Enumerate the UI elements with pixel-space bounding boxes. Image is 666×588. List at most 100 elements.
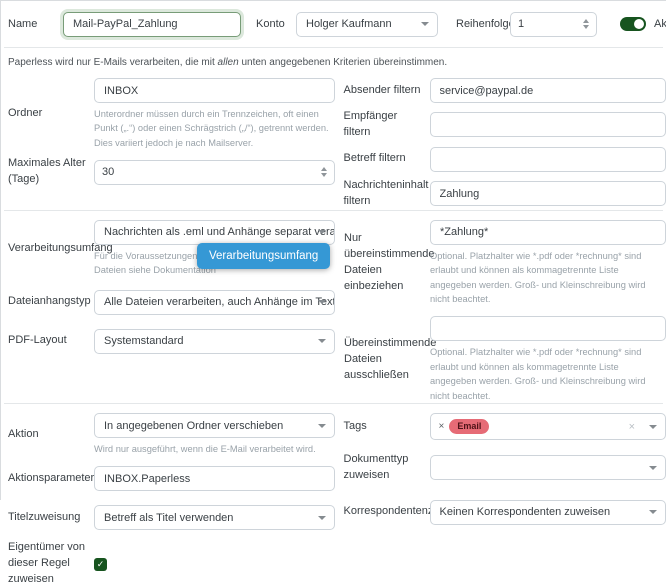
processing-column-right: Nur übereinstimmende Dateien einbeziehen…: [335, 220, 666, 403]
aktion-label: Aktion: [8, 427, 94, 443]
dateianhangstyp-select[interactable]: Alle Dateien verarbeiten, auch Anhänge i…: [94, 290, 335, 315]
criteria-hint-emphasis: allen: [218, 57, 239, 68]
inhalt-label: Nachrichteninhalt filtern: [344, 178, 430, 210]
empfaenger-group: Empfänger filtern: [344, 109, 666, 141]
betreff-label: Betreff filtern: [344, 151, 430, 167]
einbeziehen-group: Nur übereinstimmende Dateien einbeziehen…: [344, 220, 666, 307]
step-up-icon[interactable]: [583, 19, 589, 23]
filter-section: Ordner Unterordner müssen durch ein Tren…: [1, 78, 666, 210]
step-down-icon[interactable]: [321, 173, 327, 177]
max-alter-stepper[interactable]: 30: [94, 160, 335, 185]
konto-select-value: Holger Kaufmann: [306, 18, 392, 30]
check-icon: ✓: [97, 560, 105, 569]
max-alter-label: Maximales Alter (Tage): [8, 156, 94, 188]
reihenfolge-label: Reihenfolge: [456, 18, 510, 30]
titelzuweisung-label: Titelzuweisung: [8, 510, 94, 526]
criteria-hint-pre: Paperless wird nur E-Mails verarbeiten, …: [8, 57, 218, 68]
filter-column-left: Ordner Unterordner müssen durch ein Tren…: [1, 78, 335, 188]
empfaenger-input[interactable]: [430, 112, 666, 137]
aktionsparameter-input[interactable]: [94, 466, 335, 491]
absender-group: Absender filtern: [344, 78, 666, 103]
pdf-layout-select[interactable]: Systemstandard: [94, 329, 335, 354]
konto-label: Konto: [256, 18, 296, 30]
filter-column-right: Absender filtern Empfänger filtern Betre…: [335, 78, 666, 210]
ausschliessen-label: Übereinstimmende Dateien ausschließen: [344, 336, 430, 384]
aktiviert-label: Aktiviert: [654, 18, 666, 30]
inhalt-group: Nachrichteninhalt filtern: [344, 178, 666, 210]
dateianhangstyp-label: Dateianhangstyp: [8, 294, 94, 310]
dokumenttyp-select[interactable]: [430, 455, 666, 480]
einbeziehen-help: Optional. Platzhalter wie *.pdf oder *re…: [430, 249, 666, 307]
name-input[interactable]: [63, 12, 241, 37]
reihenfolge-stepper[interactable]: 1: [510, 12, 597, 37]
dateianhangstyp-value: Alle Dateien verarbeiten, auch Anhänge i…: [104, 296, 335, 308]
clear-all-icon[interactable]: ×: [629, 421, 635, 433]
stepper-icons[interactable]: [583, 19, 589, 30]
verarbeitungsumfang-select[interactable]: Nachrichten als .eml und Anhänge separat…: [94, 220, 335, 245]
empfaenger-label: Empfänger filtern: [344, 109, 430, 141]
einbeziehen-label: Nur übereinstimmende Dateien einbeziehen: [344, 231, 430, 295]
titelzuweisung-value: Betreff als Titel verwenden: [104, 512, 233, 524]
dokumenttyp-group: Dokumenttyp zuweisen: [344, 452, 666, 484]
chevron-down-icon: [318, 424, 326, 428]
dokumenttyp-label: Dokumenttyp zuweisen: [344, 452, 430, 484]
criteria-hint-post: unten angegebenen Kriterien übereinstimm…: [239, 57, 447, 68]
chevron-down-icon: [318, 230, 326, 234]
einbeziehen-input[interactable]: [430, 220, 666, 245]
divider: [4, 47, 663, 48]
chevron-down-icon: [318, 300, 326, 304]
betreff-input[interactable]: [430, 147, 666, 172]
max-alter-group: Maximales Alter (Tage) 30: [8, 156, 335, 188]
step-down-icon[interactable]: [583, 25, 589, 29]
konto-select[interactable]: Holger Kaufmann: [296, 12, 438, 37]
eigentuemer-checkbox[interactable]: ✓: [94, 558, 107, 571]
eigentuemer-group: Eigentümer von dieser Regel zuweisen ✓: [8, 540, 335, 588]
verarbeitungsumfang-group: Verarbeitungsumfang Nachrichten als .eml…: [8, 220, 335, 278]
chevron-down-icon: [649, 466, 657, 470]
action-column-left: Aktion In angegebenen Ordner verschieben…: [1, 413, 335, 588]
action-section: Aktion In angegebenen Ordner verschieben…: [1, 404, 666, 588]
tags-group: Tags × Email ×: [344, 413, 666, 440]
ordner-input[interactable]: [94, 78, 335, 103]
max-alter-value: 30: [102, 166, 114, 178]
pdf-layout-group: PDF-Layout Systemstandard: [8, 329, 335, 354]
titelzuweisung-select[interactable]: Betreff als Titel verwenden: [94, 505, 335, 530]
titelzuweisung-group: Titelzuweisung Betreff als Titel verwend…: [8, 505, 335, 530]
aktion-group: Aktion In angegebenen Ordner verschieben…: [8, 413, 335, 456]
inhalt-input[interactable]: [430, 181, 666, 206]
pdf-layout-value: Systemstandard: [104, 335, 183, 347]
korrespondent-label: Korrespondentenzuweisung: [344, 504, 430, 520]
korrespondent-group: Korrespondentenzuweisung Keinen Korrespo…: [344, 500, 666, 525]
aktion-help: Wird nur ausgeführt, wenn die E-Mail ver…: [94, 442, 335, 456]
processing-column-left: Verarbeitungsumfang Nachrichten als .eml…: [1, 220, 335, 354]
tag-chip: Email: [449, 419, 489, 435]
toggle-knob-icon: [634, 19, 644, 29]
aktionsparameter-group: Aktionsparameter: [8, 466, 335, 491]
ausschliessen-help: Optional. Platzhalter wie *.pdf oder *re…: [430, 345, 666, 403]
ordner-help: Unterordner müssen durch ein Trennzeiche…: [94, 107, 335, 150]
chevron-down-icon: [318, 339, 326, 343]
dateianhangstyp-group: Dateianhangstyp Alle Dateien verarbeiten…: [8, 290, 335, 315]
absender-input[interactable]: [430, 78, 666, 103]
verarbeitungsumfang-label: Verarbeitungsumfang: [8, 241, 94, 257]
verarbeitungsumfang-tooltip: Verarbeitungsumfang: [197, 243, 330, 269]
stepper-icons[interactable]: [321, 167, 327, 178]
reihenfolge-value: 1: [518, 18, 524, 30]
korrespondent-select[interactable]: Keinen Korrespondenten zuweisen: [430, 500, 666, 525]
ausschliessen-group: Übereinstimmende Dateien ausschließen Op…: [344, 316, 666, 403]
aktion-select[interactable]: In angegebenen Ordner verschieben: [94, 413, 335, 438]
name-label: Name: [8, 18, 63, 30]
ausschliessen-input[interactable]: [430, 316, 666, 341]
rule-header-row: Name Konto Holger Kaufmann Reihenfolge 1…: [1, 1, 666, 47]
chip-remove-icon[interactable]: ×: [439, 421, 445, 432]
chevron-down-icon: [649, 510, 657, 514]
ordner-group: Ordner Unterordner müssen durch ein Tren…: [8, 78, 335, 150]
criteria-hint: Paperless wird nur E-Mails verarbeiten, …: [8, 57, 659, 68]
tags-select[interactable]: × Email ×: [430, 413, 666, 440]
step-up-icon[interactable]: [321, 167, 327, 171]
action-column-right: Tags × Email × Dokumenttyp zuweisen Korr…: [335, 413, 666, 525]
aktiviert-toggle[interactable]: [620, 17, 646, 31]
tags-label: Tags: [344, 419, 430, 435]
chevron-down-icon: [318, 516, 326, 520]
betreff-group: Betreff filtern: [344, 147, 666, 172]
